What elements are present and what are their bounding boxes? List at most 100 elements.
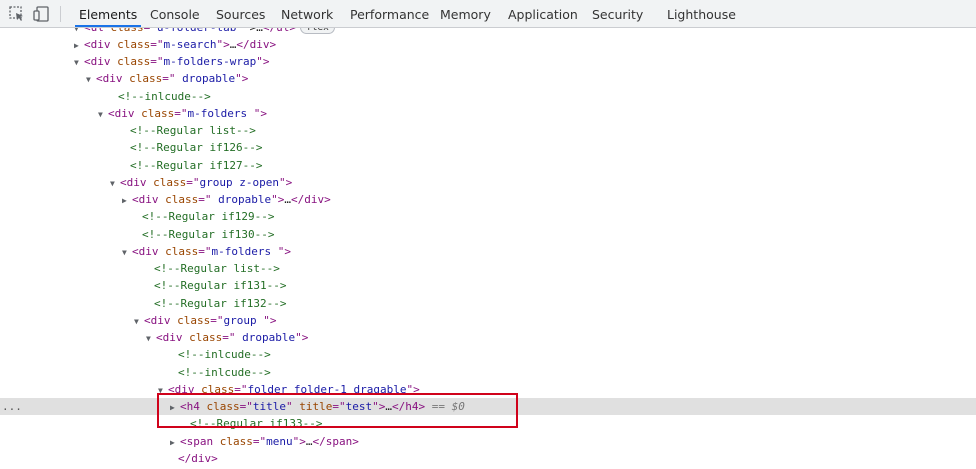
tab-network[interactable]: Network [277, 0, 337, 27]
expand-triangle-down-icon[interactable]: ▼ [86, 71, 96, 88]
node-content: ▼ <div class="group "> [134, 312, 277, 330]
dom-node-row[interactable]: <!--inlcude--> [0, 88, 976, 105]
token-tag: =" [198, 244, 212, 258]
expand-triangle-right-icon[interactable]: ▶ [122, 192, 132, 209]
expand-triangle-right-icon[interactable]: ▶ [74, 37, 84, 54]
device-toolbar-icon[interactable] [33, 5, 51, 23]
token-plain: … [385, 400, 392, 413]
expand-triangle-down-icon[interactable]: ▼ [110, 175, 120, 192]
token-dim: == $0 [425, 400, 465, 413]
token-comment: <!--Regular list--> [130, 124, 256, 137]
token-tag: "> [278, 175, 293, 189]
token-comment: <!--inlcude--> [178, 348, 271, 362]
token-tag: </h4> [392, 400, 426, 413]
node-content: ▶ <span class="menu">…</span> [170, 433, 359, 451]
node-content: <!--Regular if132--> [144, 295, 286, 312]
expand-triangle-down-icon[interactable]: ▼ [158, 382, 168, 399]
dom-node-row[interactable]: ▼ <div class="m-folders-wrap"> [0, 53, 976, 70]
expand-triangle-down-icon[interactable]: ▼ [122, 244, 132, 261]
dom-node-row[interactable]: <!--Regular if132--> [0, 295, 976, 312]
tab-memory[interactable]: Memory [436, 0, 495, 27]
expand-triangle-right-icon[interactable]: ▶ [170, 399, 180, 416]
dom-node-row[interactable]: <!--Regular if131--> [0, 277, 976, 294]
node-content: ▼ <div class="m-folders "> [122, 243, 291, 261]
tab-performance[interactable]: Performance [346, 0, 433, 27]
token-tag: "> [271, 193, 285, 206]
tab-elements[interactable]: Elements [75, 0, 142, 27]
dom-node-row[interactable]: ▼ <div class="m-folders "> [0, 243, 976, 260]
node-content: ▼ <div class="m-folders-wrap"> [74, 53, 269, 71]
token-attr: class [177, 313, 211, 327]
dom-node-row[interactable]: ▼ <div class="group "> [0, 312, 976, 329]
token-tag: </span> [312, 434, 359, 448]
node-content: ▶ <div class=" dropable">…</div> [122, 191, 331, 209]
dom-node-row[interactable]: ▶ <div class=" dropable">…</div> [0, 191, 976, 208]
node-content: <!--Regular list--> [120, 122, 256, 139]
token-tag: =" [174, 106, 188, 120]
dom-node-row[interactable]: ▼<ul class="u-folder-tab" >…</ul>flex [0, 28, 976, 36]
dom-node-row[interactable]: ▼ <div class=" dropable"> [0, 329, 976, 346]
dom-node-row[interactable]: ▼ <div class="folder folder-1 dragable"> [0, 381, 976, 398]
tab-security[interactable]: Security [588, 0, 647, 27]
node-actions-ellipsis[interactable]: ... [2, 398, 22, 415]
token-tag: "> [235, 72, 249, 86]
dom-node-row[interactable]: <!--Regular if129--> [0, 208, 976, 225]
node-content: <!--Regular if129--> [132, 208, 274, 225]
tab-application[interactable]: Application [504, 0, 582, 27]
token-tag: <div [120, 175, 154, 189]
token-tag: "> [292, 434, 306, 448]
token-tag: </ul> [263, 28, 296, 34]
token-val: folder folder-1 dragable [247, 382, 407, 396]
dom-node-row[interactable]: <!--Regular list--> [0, 122, 976, 139]
token-val: m-folders [211, 244, 278, 258]
token-val: m-folders [187, 106, 254, 120]
tab-sources[interactable]: Sources [212, 0, 269, 27]
token-plain: … [284, 193, 291, 206]
token-tag: </div> [236, 37, 277, 51]
token-val: dropable [175, 72, 236, 86]
dom-node-row[interactable]: <!--Regular if127--> [0, 157, 976, 174]
inspect-element-icon[interactable] [8, 5, 26, 23]
dom-node-row[interactable]: ▶ <div class="m-search">…</div> [0, 36, 976, 53]
tab-console[interactable]: Console [146, 0, 204, 27]
token-tag: <ul [84, 28, 111, 34]
expand-triangle-down-icon[interactable]: ▼ [146, 330, 156, 347]
dom-node-row[interactable]: <!--Regular if126--> [0, 139, 976, 156]
token-tag: <div [144, 313, 178, 327]
node-content: <!--inlcude--> [108, 88, 211, 105]
dom-node-row-selected[interactable]: ... ▶ <h4 class="title" title="test">…</h4… [0, 398, 976, 416]
dom-node-row[interactable]: <!--Regular list--> [0, 260, 976, 277]
dom-node-row[interactable]: <!--inlcude--> [0, 364, 976, 381]
node-content: <!--Regular list--> [144, 260, 280, 277]
flex-badge[interactable]: flex [299, 28, 335, 34]
dom-node-row[interactable]: <!--Regular if133--> [0, 415, 976, 432]
token-tag: =" [239, 400, 253, 413]
dom-node-row[interactable]: </div> [0, 450, 976, 467]
token-tag: <div [132, 193, 166, 206]
dom-node-row[interactable]: ▼ <div class="group z-open"> [0, 174, 976, 191]
dom-node-row[interactable]: <!--inlcude--> [0, 346, 976, 363]
node-content: ▶ <div class="m-search">…</div> [74, 36, 276, 54]
token-attr: class [189, 331, 223, 344]
token-tag: "> [406, 382, 420, 396]
expand-triangle-right-icon[interactable]: ▶ [170, 434, 180, 451]
dom-node-row[interactable]: ▼ <div class="m-folders "> [0, 105, 976, 122]
token-comment: <!--Regular if127--> [130, 158, 263, 172]
dom-node-row[interactable]: ▼ <div class=" dropable"> [0, 70, 976, 87]
dom-node-row[interactable]: <!--Regular if130--> [0, 226, 976, 243]
expand-triangle-down-icon[interactable]: ▼ [74, 54, 84, 71]
token-comment: <!--Regular if131--> [154, 279, 287, 293]
token-attr: class [219, 434, 253, 448]
token-attr: class [117, 55, 151, 68]
tab-lighthouse[interactable]: Lighthouse [663, 0, 740, 27]
dom-node-row[interactable]: ▶ <span class="menu">…</span> [0, 433, 976, 450]
token-attr: class [165, 244, 199, 258]
token-tag: =" [332, 400, 346, 413]
node-content: ▼ <div class="group z-open"> [110, 174, 292, 192]
token-attr: class [111, 28, 144, 34]
expand-triangle-down-icon[interactable]: ▼ [134, 313, 144, 330]
token-val: menu [266, 434, 293, 448]
expand-triangle-down-icon[interactable]: ▼ [98, 106, 108, 123]
node-content: <!--Regular if127--> [120, 157, 262, 174]
token-tag: =" [222, 331, 236, 344]
